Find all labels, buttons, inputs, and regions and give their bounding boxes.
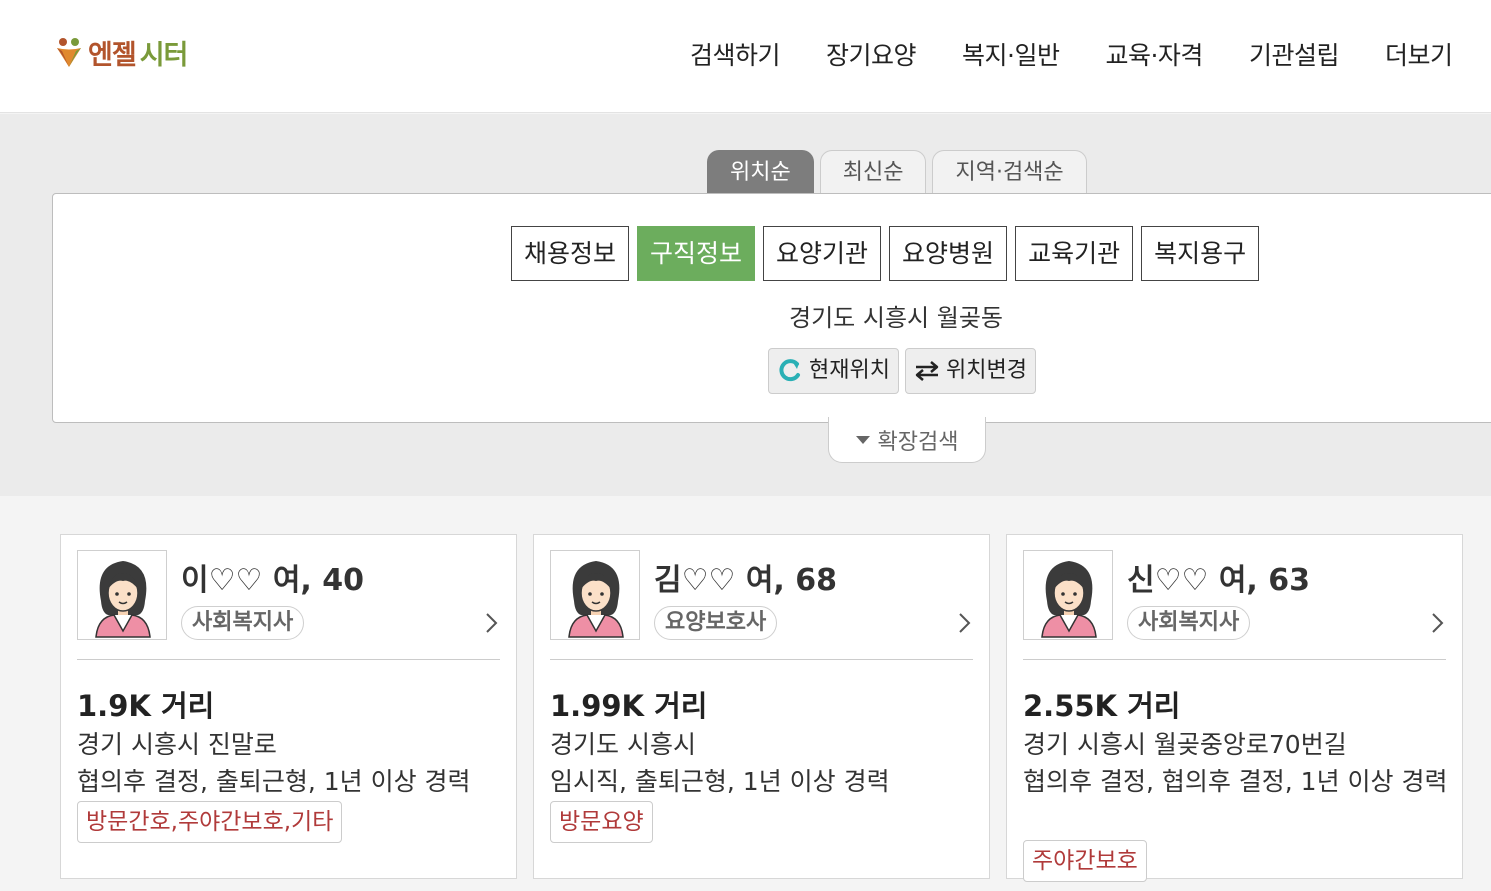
category-job-seek-button[interactable]: 구직정보 <box>637 226 756 281</box>
woman-avatar-icon <box>1041 561 1097 638</box>
tab-sort-location[interactable]: 위치순 <box>707 150 814 194</box>
job-seeker-list: 이♡♡ 여, 40 사회복지사 1.9K 거리 경기 시흥시 진말로 협의후 결… <box>60 534 1463 882</box>
terms-text: 임시직, 출퇴근형, 1년 이상 경력 <box>550 767 890 796</box>
service-tag: 주야간보호 <box>1023 840 1147 882</box>
chevron-right-icon <box>486 613 498 633</box>
search-region: 위치순 최신순 지역·검색순 채용정보 구직정보 요양기관 요양병원 교육기관 … <box>0 114 1491 496</box>
top-header: 엔젤 시터 검색하기 장기요양 복지·일반 교육·자격 기관설립 더보기 <box>0 0 1491 113</box>
chevron-right-icon <box>959 613 971 633</box>
swap-arrows-icon <box>915 361 939 381</box>
sort-tabs: 위치순 최신순 지역·검색순 <box>707 150 1087 194</box>
main-nav: 검색하기 장기요양 복지·일반 교육·자격 기관설립 더보기 <box>690 36 1491 72</box>
search-panel: 채용정보 구직정보 요양기관 요양병원 교육기관 복지용구 경기도 시흥시 월곶… <box>52 193 1491 423</box>
nav-long-term-care[interactable]: 장기요양 <box>826 36 917 72</box>
logo-text-secondary: 시터 <box>139 39 189 71</box>
role-badge: 요양보호사 <box>654 606 778 640</box>
category-recruit-button[interactable]: 채용정보 <box>511 226 630 281</box>
category-care-facility-button[interactable]: 요양기관 <box>763 226 882 281</box>
nav-education[interactable]: 교육·자격 <box>1105 36 1203 72</box>
card-divider <box>77 659 500 660</box>
distance-text: 2.55K 거리 <box>1023 689 1181 723</box>
seeker-name: 김♡♡ 여, 68 <box>654 563 838 598</box>
job-seeker-card[interactable]: 김♡♡ 여, 68 요양보호사 1.99K 거리 경기도 시흥시 임시직, 출퇴… <box>533 534 990 879</box>
nav-more[interactable]: 더보기 <box>1385 36 1453 72</box>
current-location-button[interactable]: 현재위치 <box>768 348 899 394</box>
avatar <box>77 550 167 640</box>
woman-avatar-icon <box>568 561 624 638</box>
seeker-name: 신♡♡ 여, 63 <box>1127 563 1311 598</box>
change-location-button[interactable]: 위치변경 <box>904 348 1036 394</box>
role-badge: 사회복지사 <box>181 606 305 640</box>
seeker-name: 이♡♡ 여, 40 <box>181 563 365 598</box>
service-tag: 방문요양 <box>550 801 653 843</box>
current-location-text: 경기도 시흥시 월곶동 <box>789 304 1003 332</box>
service-tag: 방문간호,주야간보호,기타 <box>77 801 343 843</box>
tab-sort-latest[interactable]: 최신순 <box>819 150 927 194</box>
nav-welfare[interactable]: 복지·일반 <box>962 36 1060 72</box>
nav-search[interactable]: 검색하기 <box>690 36 781 72</box>
card-divider <box>1023 659 1446 660</box>
location-actions: 현재위치 위치변경 <box>768 348 1036 394</box>
current-location-label: 현재위치 <box>809 358 890 383</box>
expand-search-button[interactable]: 확장검색 <box>828 417 986 463</box>
address-text: 경기도 시흥시 <box>550 730 696 759</box>
woman-avatar-icon <box>95 561 151 638</box>
category-buttons: 채용정보 구직정보 요양기관 요양병원 교육기관 복지용구 <box>511 226 1260 281</box>
expand-search-label: 확장검색 <box>877 429 959 455</box>
refresh-icon <box>779 359 800 382</box>
angel-logo-icon <box>57 38 81 67</box>
terms-text: 협의후 결정, 출퇴근형, 1년 이상 경력 <box>77 767 471 796</box>
caret-down-icon <box>855 435 870 444</box>
distance-text: 1.9K 거리 <box>77 689 215 723</box>
role-badge: 사회복지사 <box>1127 606 1251 640</box>
terms-text: 협의후 결정, 협의후 결정, 1년 이상 경력 <box>1023 767 1448 796</box>
address-text: 경기 시흥시 월곶중앙로70번길 <box>1023 730 1347 759</box>
category-welfare-equipment-button[interactable]: 복지용구 <box>1141 226 1260 281</box>
distance-text: 1.99K 거리 <box>550 689 708 723</box>
avatar <box>1023 550 1113 640</box>
category-care-hospital-button[interactable]: 요양병원 <box>889 226 1008 281</box>
address-text: 경기 시흥시 진말로 <box>77 730 277 759</box>
site-logo[interactable]: 엔젤 시터 <box>54 32 189 72</box>
job-seeker-card[interactable]: 이♡♡ 여, 40 사회복지사 1.9K 거리 경기 시흥시 진말로 협의후 결… <box>60 534 517 879</box>
nav-institution[interactable]: 기관설립 <box>1249 36 1340 72</box>
chevron-right-icon <box>1432 613 1444 633</box>
job-seeker-card[interactable]: 신♡♡ 여, 63 사회복지사 2.55K 거리 경기 시흥시 월곶중앙로70번… <box>1006 534 1463 882</box>
card-divider <box>550 659 973 660</box>
tab-sort-region[interactable]: 지역·검색순 <box>932 150 1087 194</box>
change-location-label: 위치변경 <box>945 358 1027 383</box>
logo-text-primary: 엔젤 <box>88 39 137 71</box>
avatar <box>550 550 640 640</box>
category-education-button[interactable]: 교육기관 <box>1015 226 1134 281</box>
